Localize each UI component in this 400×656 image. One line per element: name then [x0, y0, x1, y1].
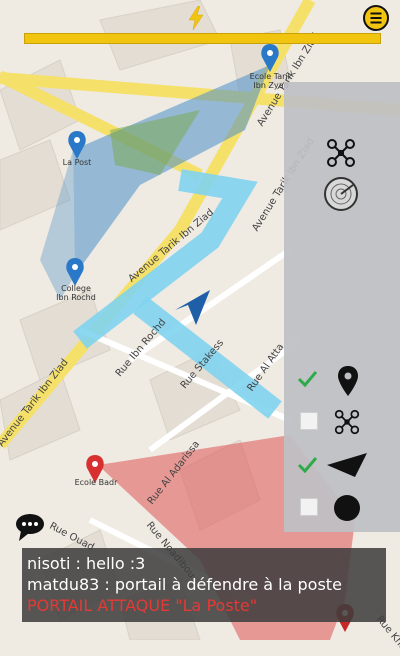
layers-panel — [284, 82, 400, 532]
energy-bar — [24, 33, 381, 44]
chat-message: nisoti : hello :3 — [27, 554, 146, 573]
radar-icon[interactable] — [323, 176, 359, 212]
chat-icon[interactable] — [15, 512, 49, 542]
poi-label-college: College Ibn Rochd — [56, 284, 96, 302]
lightning-icon — [188, 6, 204, 30]
circle-icon — [334, 495, 360, 521]
filter-drone-checkbox[interactable] — [300, 412, 318, 430]
filter-marker-checkbox[interactable] — [297, 369, 317, 389]
map-marker-icon — [338, 366, 358, 396]
chat-log: nisoti : hello :3 matdu83 : portail à dé… — [22, 548, 386, 622]
poi-label-la-post: La Post — [62, 158, 92, 167]
drone-icon[interactable] — [326, 138, 356, 168]
poi-label-ecole-badr: Ecole Badr — [74, 478, 118, 487]
chat-alert: PORTAIL ATTAQUE "La Poste" — [27, 596, 258, 615]
filter-direction-checkbox[interactable] — [297, 455, 317, 475]
filter-circle-checkbox[interactable] — [300, 498, 318, 516]
drone-icon — [334, 409, 360, 435]
chat-message: matdu83 : portail à défendre à la poste — [27, 575, 342, 594]
menu-icon[interactable] — [362, 4, 390, 32]
arrow-icon — [327, 453, 367, 477]
